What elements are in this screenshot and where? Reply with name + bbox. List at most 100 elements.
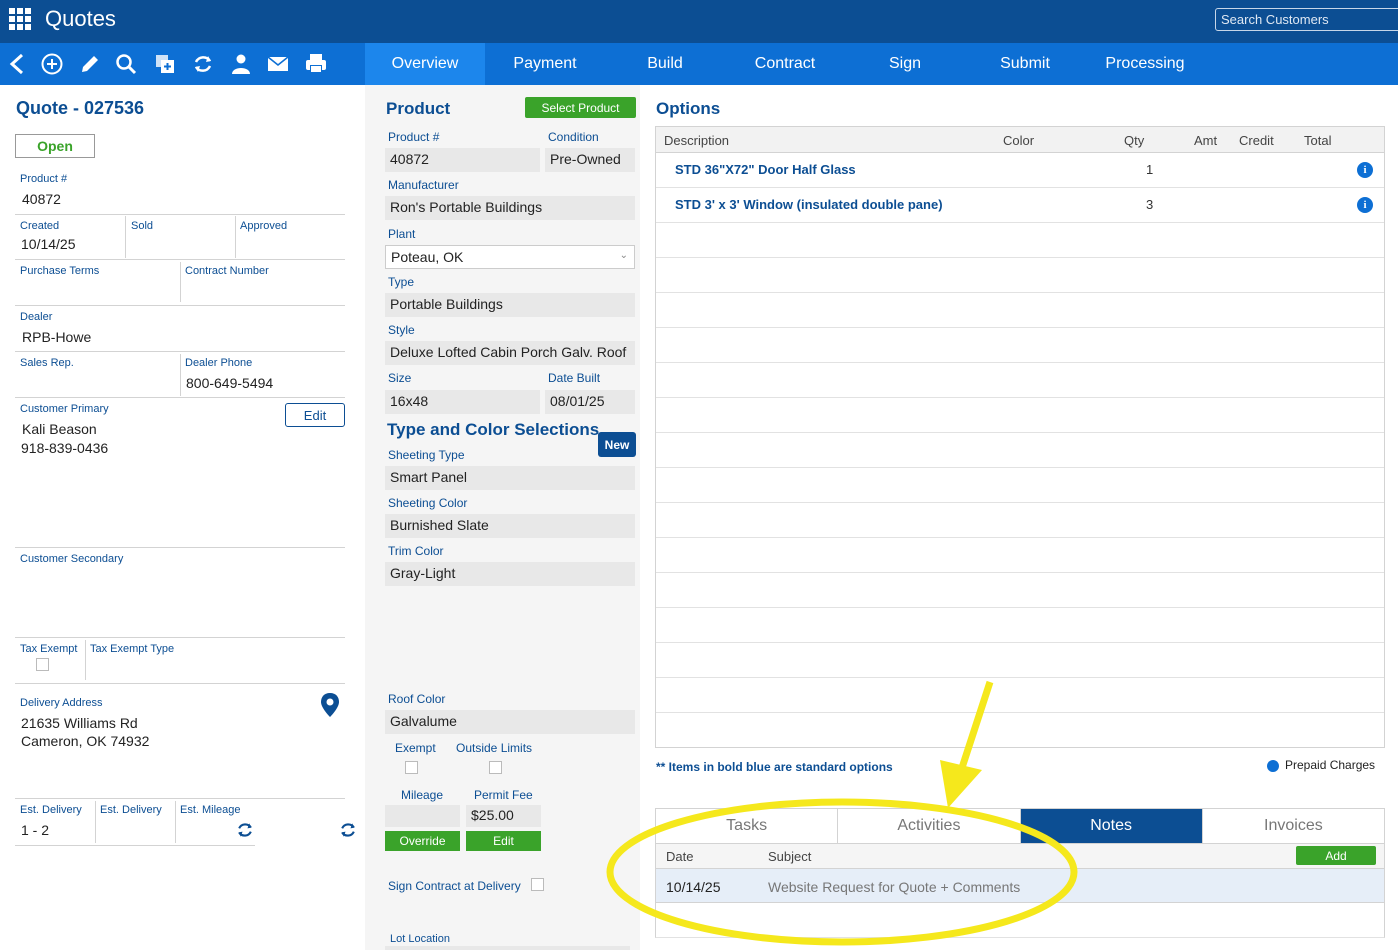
style-label: Style <box>388 323 415 337</box>
sign-contract-checkbox[interactable] <box>531 878 544 891</box>
created-label: Created <box>20 220 60 232</box>
edit-permit-button[interactable]: Edit <box>466 831 541 851</box>
print-icon[interactable] <box>298 43 334 85</box>
empty-row <box>656 608 1384 643</box>
mail-icon[interactable] <box>260 43 296 85</box>
sign-contract-label: Sign Contract at Delivery <box>388 879 521 893</box>
divider <box>15 845 255 846</box>
mileage-field[interactable] <box>385 805 460 827</box>
empty-row <box>656 363 1384 398</box>
customer-secondary-label: Customer Secondary <box>20 553 124 565</box>
info-icon[interactable]: i <box>1357 162 1373 178</box>
empty-row <box>656 468 1384 503</box>
dealer-phone-value: 800-649-5494 <box>186 375 274 391</box>
plant-select[interactable]: Poteau, OK ⌄ <box>385 245 635 269</box>
divider <box>175 801 176 843</box>
search-customers-input[interactable] <box>1215 8 1398 31</box>
search-icon[interactable] <box>108 43 144 85</box>
outside-limits-checkbox[interactable] <box>489 761 502 774</box>
product-section-title: Product <box>386 99 451 118</box>
product-number-label: Product # <box>20 173 68 185</box>
contract-number-label: Contract Number <box>185 265 269 277</box>
new-selection-button[interactable]: New <box>598 432 636 457</box>
option-description: STD 36"X72" Door Half Glass <box>675 162 856 177</box>
divider <box>180 262 181 302</box>
outside-limits-label: Outside Limits <box>456 741 533 755</box>
divider <box>180 354 181 396</box>
tab-contract[interactable]: Contract <box>725 43 845 85</box>
column-header-description: Description <box>664 133 730 148</box>
tax-exempt-checkbox[interactable] <box>36 658 49 671</box>
empty-row <box>656 293 1384 328</box>
exempt-checkbox[interactable] <box>405 761 418 774</box>
divider <box>95 801 96 843</box>
refresh-delivery-icon[interactable] <box>338 820 358 840</box>
tab-build[interactable]: Build <box>605 43 725 85</box>
options-table: Description Color Qty Amt Credit Total S… <box>655 126 1385 748</box>
divider <box>15 547 345 548</box>
empty-row <box>656 328 1384 363</box>
column-header-credit: Credit <box>1239 133 1274 148</box>
copy-icon[interactable] <box>147 43 183 85</box>
size-label: Size <box>388 371 412 385</box>
edit-customer-button[interactable]: Edit <box>285 403 345 427</box>
tab-notes[interactable]: Notes <box>1020 809 1203 843</box>
standard-options-footnote: ** Items in bold blue are standard optio… <box>656 760 893 774</box>
divider <box>235 216 236 258</box>
condition-field: Pre-Owned <box>545 148 635 172</box>
map-pin-icon[interactable] <box>319 692 341 718</box>
tab-sign[interactable]: Sign <box>845 43 965 85</box>
tab-payment[interactable]: Payment <box>485 43 605 85</box>
plant-label: Plant <box>388 227 416 241</box>
divider <box>15 259 345 260</box>
permit-fee-field[interactable]: $25.00 <box>466 805 541 827</box>
app-grid-icon[interactable] <box>9 8 31 30</box>
tab-invoices[interactable]: Invoices <box>1202 809 1384 843</box>
pencil-icon[interactable] <box>72 43 108 85</box>
approved-label: Approved <box>240 220 288 232</box>
empty-row <box>656 503 1384 538</box>
product-number-field: 40872 <box>385 148 540 172</box>
tab-overview[interactable]: Overview <box>365 43 485 85</box>
info-icon[interactable]: i <box>1357 197 1373 213</box>
plant-select-value: Poteau, OK <box>391 249 464 265</box>
roof-color-label: Roof Color <box>388 692 446 706</box>
select-product-button[interactable]: Select Product <box>525 97 636 118</box>
sheeting-type-label: Sheeting Type <box>388 448 465 462</box>
date-built-field: 08/01/25 <box>545 390 635 414</box>
product-number-value: 40872 <box>22 191 61 207</box>
override-button[interactable]: Override <box>385 831 460 851</box>
option-qty: 1 <box>1146 162 1154 177</box>
table-row[interactable]: STD 3' x 3' Window (insulated double pan… <box>656 188 1384 223</box>
lot-location-field[interactable] <box>385 946 630 950</box>
tax-exempt-type-label: Tax Exempt Type <box>90 643 175 655</box>
tab-tasks[interactable]: Tasks <box>656 809 839 843</box>
user-icon[interactable] <box>223 43 259 85</box>
empty-row <box>656 643 1384 678</box>
permit-fee-label: Permit Fee <box>474 788 533 802</box>
table-row[interactable]: STD 36"X72" Door Half Glass 1 i <box>656 153 1384 188</box>
column-header-date: Date <box>666 849 694 864</box>
product-number-label: Product # <box>388 130 440 144</box>
created-value: 10/14/25 <box>21 236 76 252</box>
add-note-button[interactable]: Add <box>1296 846 1376 865</box>
size-field: 16x48 <box>385 390 540 414</box>
empty-row <box>656 573 1384 608</box>
tab-submit[interactable]: Submit <box>965 43 1085 85</box>
status-button[interactable]: Open <box>15 134 95 158</box>
manufacturer-label: Manufacturer <box>388 178 459 192</box>
refresh-icon[interactable] <box>185 43 221 85</box>
add-icon[interactable] <box>34 43 70 85</box>
option-qty: 3 <box>1146 197 1154 212</box>
refresh-mileage-icon[interactable] <box>235 820 255 840</box>
dealer-label: Dealer <box>20 311 53 323</box>
tab-activities[interactable]: Activities <box>838 809 1021 843</box>
divider <box>15 214 345 215</box>
option-description: STD 3' x 3' Window (insulated double pan… <box>675 197 943 212</box>
back-icon[interactable] <box>0 43 36 85</box>
divider <box>15 683 345 684</box>
table-row[interactable]: 10/14/25 Website Request for Quote + Com… <box>655 868 1385 903</box>
divider <box>85 640 86 680</box>
tab-processing[interactable]: Processing <box>1085 43 1205 85</box>
type-label: Type <box>388 275 415 289</box>
